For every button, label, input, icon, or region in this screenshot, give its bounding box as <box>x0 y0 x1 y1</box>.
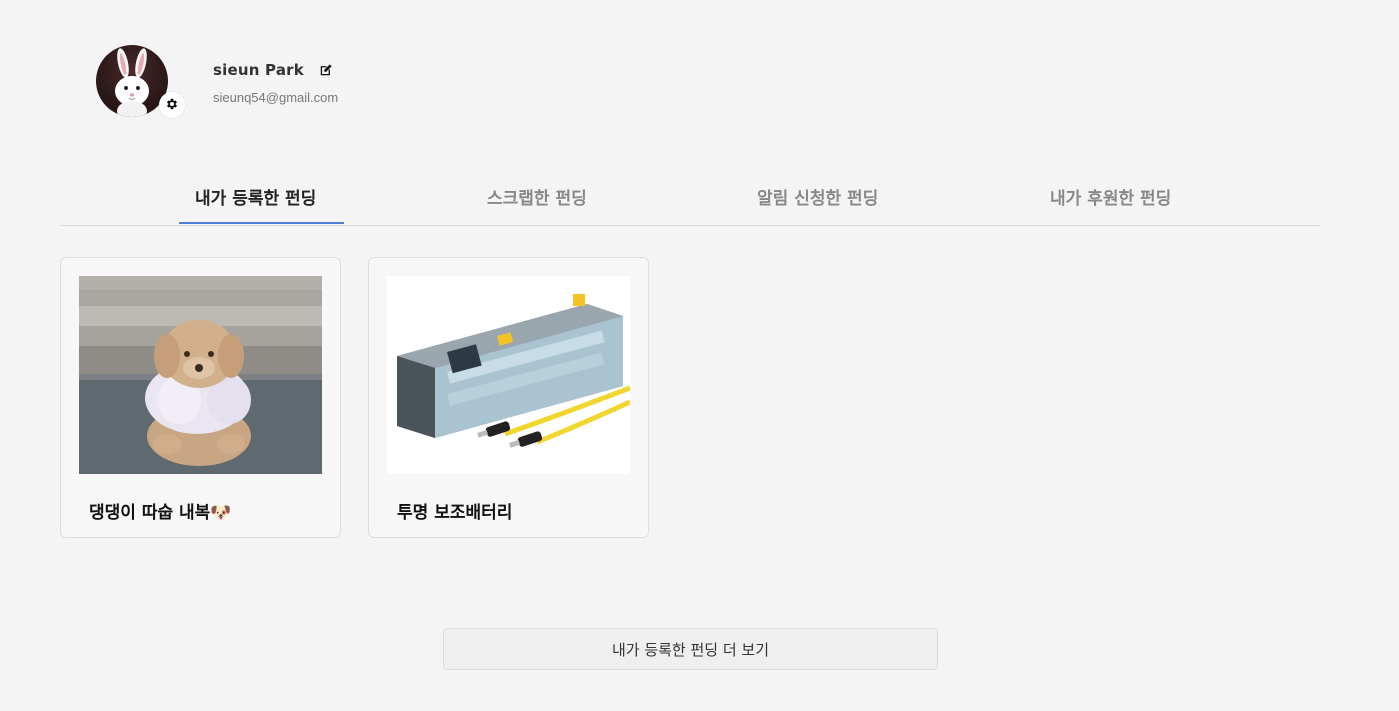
funding-tabs: 내가 등록한 펀딩 스크랩한 펀딩 알림 신청한 펀딩 내가 후원한 펀딩 <box>60 170 1320 226</box>
view-more-button[interactable]: 내가 등록한 펀딩 더 보기 <box>443 628 938 670</box>
mypage: sieun Park sieunq54@gmail.com 내가 등록한 펀딩 … <box>0 0 1399 711</box>
edit-icon[interactable] <box>319 63 333 77</box>
profile-info: sieun Park sieunq54@gmail.com <box>213 61 338 105</box>
avatar[interactable] <box>96 45 168 117</box>
tab-scrapped-funding[interactable]: 스크랩한 펀딩 <box>487 184 587 209</box>
profile-section: sieun Park sieunq54@gmail.com <box>96 45 338 118</box>
gear-icon <box>165 96 179 115</box>
active-tab-indicator <box>179 222 344 224</box>
tab-supported-funding[interactable]: 내가 후원한 펀딩 <box>1050 184 1171 209</box>
card-title: 투명 보조배터리 <box>397 503 513 523</box>
tab-notification-funding[interactable]: 알림 신청한 펀딩 <box>757 184 878 209</box>
settings-button[interactable] <box>159 92 185 118</box>
funding-card[interactable]: 투명 보조배터리 <box>368 257 649 538</box>
card-thumbnail-puppy <box>79 276 322 474</box>
avatar-wrapper <box>96 45 185 118</box>
tab-registered-funding[interactable]: 내가 등록한 펀딩 <box>195 184 316 209</box>
name-row: sieun Park <box>213 61 338 79</box>
user-name: sieun Park <box>213 61 304 79</box>
card-thumbnail-battery <box>387 276 630 474</box>
card-title: 댕댕이 따숩 내복🐶 <box>89 503 232 523</box>
user-email: sieunq54@gmail.com <box>213 90 339 105</box>
funding-card[interactable]: 댕댕이 따숩 내복🐶 <box>60 257 341 538</box>
bunny-illustration <box>115 48 149 117</box>
